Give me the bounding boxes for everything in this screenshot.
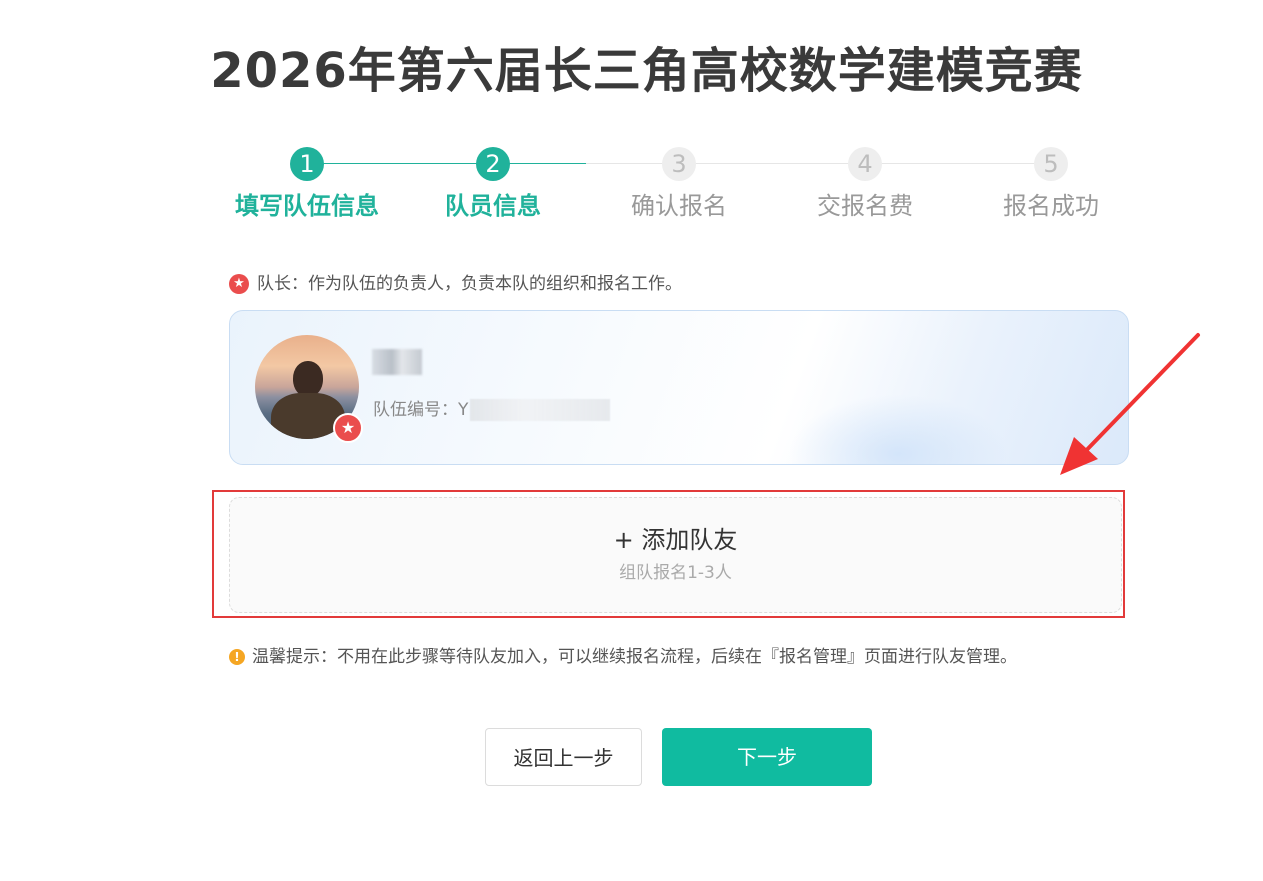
step-label: 填写队伍信息 [235, 192, 379, 220]
team-id-first-char: Y [458, 400, 469, 420]
step-2: 2 队员信息 [400, 145, 586, 221]
red-arrow-annotation [1060, 333, 1200, 475]
step-5: 5 报名成功 [958, 145, 1144, 221]
add-teammate-label: + 添加队友 [613, 526, 738, 554]
captain-star-icon: ★ [333, 413, 363, 443]
captain-note-text: 队长：作为队伍的负责人，负责本队的组织和报名工作。 [257, 274, 682, 294]
captain-card: ★ 队伍编号： Y [229, 310, 1129, 465]
captain-name [372, 349, 422, 375]
step-label: 交报名费 [817, 192, 913, 220]
step-number: 4 [848, 147, 882, 181]
add-teammate-hint: 组队报名1-3人 [619, 563, 732, 583]
back-button[interactable]: 返回上一步 [485, 728, 642, 786]
step-label: 确认报名 [631, 192, 727, 220]
star-badge-icon: ★ [229, 274, 249, 294]
team-id-row: 队伍编号： Y [373, 398, 611, 422]
step-number: 2 [476, 147, 510, 181]
step-label: 队员信息 [445, 192, 541, 220]
progress-steps: 1 填写队伍信息 2 队员信息 3 确认报名 4 交报名费 5 报名成功 [214, 145, 1144, 235]
step-label: 报名成功 [1003, 192, 1099, 220]
avatar-head-shape [293, 361, 323, 397]
page-title: 2026年第六届长三角高校数学建模竞赛 [210, 43, 1083, 99]
warning-icon: ! [229, 649, 245, 665]
step-3: 3 确认报名 [586, 145, 772, 221]
step-4: 4 交报名费 [772, 145, 958, 221]
team-id-value-redacted [470, 399, 611, 421]
warm-tip: ! 温馨提示：不用在此步骤等待队友加入，可以继续报名流程，后续在『报名管理』页面… [229, 645, 1017, 669]
captain-note: ★ 队长：作为队伍的负责人，负责本队的组织和报名工作。 [229, 272, 682, 296]
step-number: 3 [662, 147, 696, 181]
warm-tip-text: 温馨提示：不用在此步骤等待队友加入，可以继续报名流程，后续在『报名管理』页面进行… [252, 647, 1017, 667]
step-number: 1 [290, 147, 324, 181]
add-teammate-button[interactable]: + 添加队友 组队报名1-3人 [229, 497, 1122, 613]
next-step-button[interactable]: 下一步 [662, 728, 872, 786]
step-number: 5 [1034, 147, 1068, 181]
team-id-label: 队伍编号： [373, 400, 458, 420]
step-1: 1 填写队伍信息 [214, 145, 400, 221]
